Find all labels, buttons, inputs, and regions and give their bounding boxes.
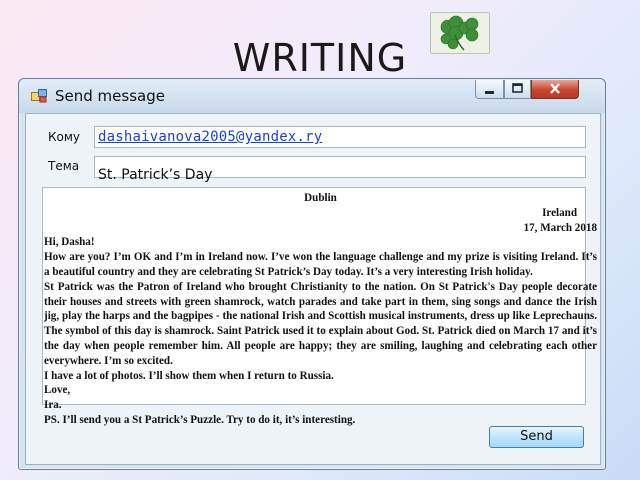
to-label: Кому xyxy=(48,130,81,144)
maximize-button[interactable] xyxy=(504,80,531,99)
letter-city: Dublin xyxy=(304,192,337,204)
window-titlebar[interactable]: Send message xyxy=(19,79,605,113)
subject-value[interactable]: St. Patrick’s Day xyxy=(98,167,212,183)
message-body: Dublin Ireland 17, March 2018 Hi, Dasha!… xyxy=(44,191,597,428)
minimize-icon xyxy=(476,85,503,102)
letter-paragraph-3: I have a lot of photos. I’ll show them w… xyxy=(44,369,334,382)
close-icon xyxy=(532,83,578,102)
letter-paragraph-2: St Patrick was the Patron of Ireland who… xyxy=(44,280,597,367)
letter-date: 17, March 2018 xyxy=(523,221,597,234)
letter-signature: Ira. xyxy=(44,399,62,412)
close-button[interactable] xyxy=(531,80,579,99)
minimize-button[interactable] xyxy=(475,80,504,99)
send-button[interactable]: Send xyxy=(489,426,584,448)
subject-label: Тема xyxy=(48,159,80,173)
letter-country: Ireland xyxy=(542,206,577,219)
letter-paragraph-1: How are you? I’m OK and I’m in Ireland n… xyxy=(44,251,597,278)
to-value[interactable]: dashaivanova2005@yandex.ry xyxy=(98,129,322,145)
letter-greeting: Hi, Dasha! xyxy=(44,236,95,249)
slide-title: WRITING xyxy=(232,36,408,80)
maximize-icon xyxy=(505,83,530,102)
shamrock-icon xyxy=(430,12,490,54)
envelope-app-icon xyxy=(31,89,47,103)
window-title: Send message xyxy=(55,87,165,105)
letter-closing: Love, xyxy=(44,384,71,397)
